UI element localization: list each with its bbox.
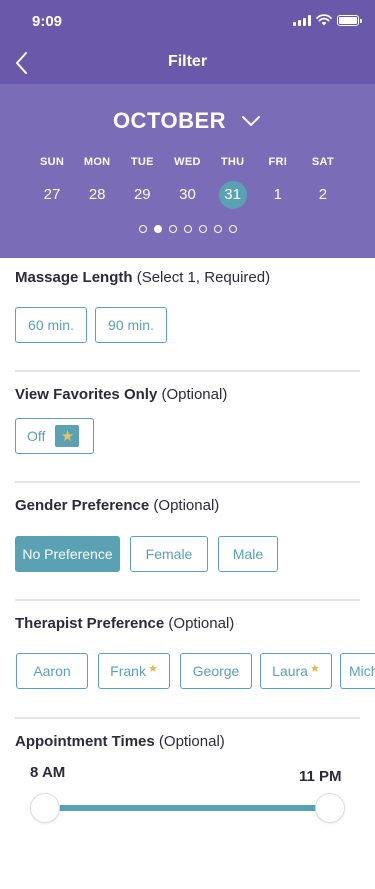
weekday-label: TUE bbox=[130, 156, 154, 168]
favorite-star-icon: ★ bbox=[309, 662, 320, 675]
gender-male-button[interactable]: Male bbox=[218, 536, 278, 572]
calendar-date[interactable]: 29 bbox=[120, 181, 164, 209]
star-icon: ★ bbox=[55, 425, 80, 447]
end-time-handle[interactable] bbox=[315, 793, 345, 823]
section-title: View Favorites Only bbox=[15, 386, 158, 403]
favorite-star-icon: ★ bbox=[147, 662, 158, 675]
signal-icon bbox=[293, 14, 311, 26]
massage-length-heading: Massage Length (Select 1, Required) bbox=[15, 269, 360, 286]
weekday-label: MON bbox=[83, 156, 111, 168]
page-dot[interactable] bbox=[228, 225, 237, 233]
end-time-label: 11 PM bbox=[299, 768, 342, 785]
weekday-row: SUN MON TUE WED THU FRI SAT bbox=[30, 156, 345, 168]
gender-female-button[interactable]: Female bbox=[130, 536, 208, 572]
weekday-label: SUN bbox=[39, 156, 65, 168]
status-icons bbox=[293, 14, 362, 26]
section-hint: (Optional) bbox=[161, 386, 228, 403]
gender-no-preference-button[interactable]: No Preference bbox=[15, 536, 120, 572]
page-dot[interactable] bbox=[198, 225, 207, 233]
section-title: Appointment Times bbox=[15, 733, 155, 750]
start-time-label: 8 AM bbox=[30, 764, 66, 781]
divider bbox=[15, 599, 360, 601]
time-range-track[interactable] bbox=[45, 805, 330, 811]
gender-heading: Gender Preference (Optional) bbox=[15, 497, 360, 514]
header-bar: 9:09 Filter bbox=[0, 0, 375, 84]
therapist-laura-button[interactable]: Laura ★ bbox=[260, 653, 332, 689]
section-title: Gender Preference bbox=[15, 497, 150, 514]
calendar-date[interactable]: 30 bbox=[165, 181, 209, 209]
therapist-name: George bbox=[192, 663, 240, 679]
month-label: OCTOBER bbox=[112, 108, 227, 133]
divider bbox=[15, 481, 360, 483]
therapist-frank-button[interactable]: Frank ★ bbox=[98, 653, 170, 689]
divider bbox=[15, 370, 360, 372]
length-60-button[interactable]: 60 min. bbox=[15, 307, 87, 343]
calendar-date-selected[interactable]: 31 bbox=[211, 181, 255, 209]
weekday-label: THU bbox=[220, 156, 245, 168]
toggle-label: Off bbox=[27, 428, 46, 444]
page-indicator bbox=[0, 225, 375, 233]
therapist-name: Frank bbox=[110, 663, 146, 679]
section-title: Therapist Preference bbox=[15, 615, 165, 632]
calendar-date[interactable]: 1 bbox=[256, 181, 300, 209]
page-dot[interactable] bbox=[138, 225, 147, 233]
page-dot[interactable] bbox=[183, 225, 192, 233]
page-dot[interactable] bbox=[213, 225, 222, 233]
appointment-times-heading: Appointment Times (Optional) bbox=[15, 733, 360, 750]
battery-icon bbox=[337, 14, 362, 26]
favorites-heading: View Favorites Only (Optional) bbox=[15, 386, 360, 403]
section-hint: (Optional) bbox=[153, 497, 220, 514]
divider bbox=[15, 717, 360, 719]
therapist-name: Aaron bbox=[33, 663, 71, 679]
status-time: 9:09 bbox=[32, 13, 63, 30]
calendar-panel: OCTOBER SUN MON TUE WED THU FRI SAT 27 2… bbox=[0, 84, 375, 258]
weekday-label: SAT bbox=[311, 156, 334, 168]
section-hint: (Optional) bbox=[158, 733, 225, 750]
page-dot[interactable] bbox=[168, 225, 177, 233]
weekday-label: FRI bbox=[268, 156, 288, 168]
page-dot-active[interactable] bbox=[153, 225, 162, 233]
section-hint: (Optional) bbox=[168, 615, 235, 632]
month-selector[interactable]: OCTOBER bbox=[0, 108, 375, 134]
calendar-date[interactable]: 27 bbox=[30, 181, 74, 209]
weekday-label: WED bbox=[174, 156, 201, 168]
length-90-button[interactable]: 90 min. bbox=[95, 307, 167, 343]
calendar-date[interactable]: 2 bbox=[301, 181, 345, 209]
therapist-heading: Therapist Preference (Optional) bbox=[15, 615, 360, 632]
therapist-aaron-button[interactable]: Aaron bbox=[16, 653, 88, 689]
chevron-down-icon[interactable] bbox=[240, 114, 262, 128]
date-row: 27 28 29 30 31 1 2 bbox=[30, 181, 345, 209]
favorites-toggle[interactable]: Off ★ bbox=[15, 418, 94, 454]
start-time-handle[interactable] bbox=[30, 793, 60, 823]
therapist-mich-button[interactable]: Mich bbox=[340, 653, 375, 689]
calendar-date[interactable]: 28 bbox=[75, 181, 119, 209]
therapist-name: Laura bbox=[272, 663, 308, 679]
section-hint: (Select 1, Required) bbox=[136, 269, 271, 286]
therapist-george-button[interactable]: George bbox=[180, 653, 252, 689]
wifi-icon bbox=[316, 14, 332, 26]
section-title: Massage Length bbox=[15, 269, 133, 286]
therapist-name: Mich bbox=[349, 663, 375, 679]
page-title: Filter bbox=[167, 53, 208, 70]
